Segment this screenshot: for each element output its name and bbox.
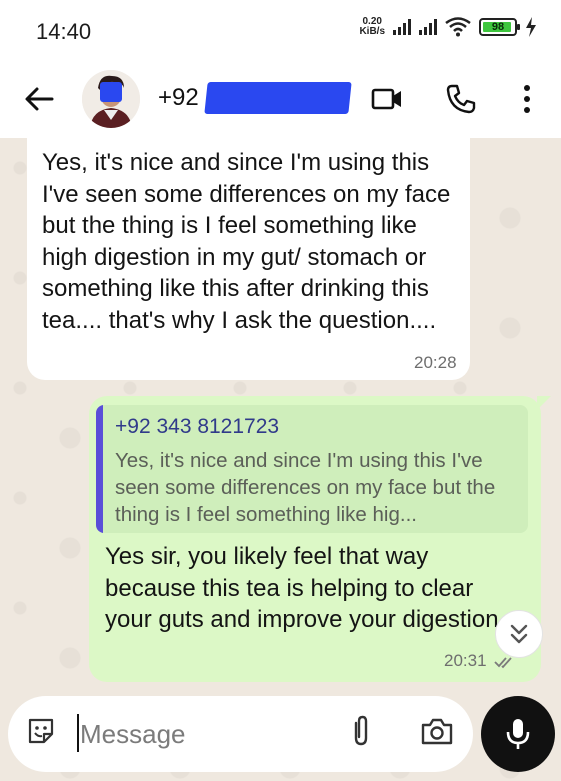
signal-icon-2 <box>419 19 437 35</box>
chevron-double-down-icon <box>510 624 528 644</box>
battery-icon: 98 <box>479 18 520 36</box>
attach-icon[interactable] <box>346 714 376 748</box>
bolt-icon <box>526 17 536 37</box>
battery-level: 98 <box>491 21 505 33</box>
wifi-icon <box>445 17 471 37</box>
camera-icon[interactable] <box>420 716 454 746</box>
outgoing-message-time: 20:31 <box>444 651 487 670</box>
status-time: 14:40 <box>36 19 92 44</box>
phone-icon[interactable] <box>444 82 478 116</box>
quote-author: +92 343 8121723 <box>115 415 280 438</box>
outgoing-message-text: Yes sir, you likely feel that way becaus… <box>105 543 506 633</box>
chat-header: +92 <box>0 62 561 138</box>
signal-icon <box>393 19 411 35</box>
quote-bar <box>96 405 103 533</box>
incoming-message-text: Yes, it's nice and since I'm using this … <box>42 149 451 334</box>
emoji-icon[interactable] <box>26 716 56 746</box>
quote-text: Yes, it's nice and since I'm using this … <box>115 449 496 526</box>
text-cursor <box>77 714 79 752</box>
mic-button[interactable] <box>481 696 555 772</box>
status-indicators: 0.20 KiB/s 98 <box>359 17 537 37</box>
status-bar: 14:40 0.20 KiB/s 98 <box>0 0 561 62</box>
video-call-icon[interactable] <box>370 82 404 116</box>
network-speed: 0.20 KiB/s <box>359 17 385 37</box>
quoted-message[interactable]: +92 343 8121723 Yes, it's nice and since… <box>96 405 528 533</box>
contact-name[interactable]: +92 <box>158 84 199 112</box>
back-arrow-icon[interactable] <box>22 82 56 116</box>
mic-icon <box>506 719 530 749</box>
avatar[interactable] <box>82 70 140 128</box>
redaction-mark <box>204 82 352 114</box>
network-speed-unit: KiB/s <box>359 26 385 37</box>
message-input[interactable] <box>80 713 330 755</box>
incoming-message-time: 20:28 <box>414 353 457 372</box>
more-vertical-icon[interactable] <box>510 82 544 116</box>
scroll-down-button[interactable] <box>495 610 543 658</box>
